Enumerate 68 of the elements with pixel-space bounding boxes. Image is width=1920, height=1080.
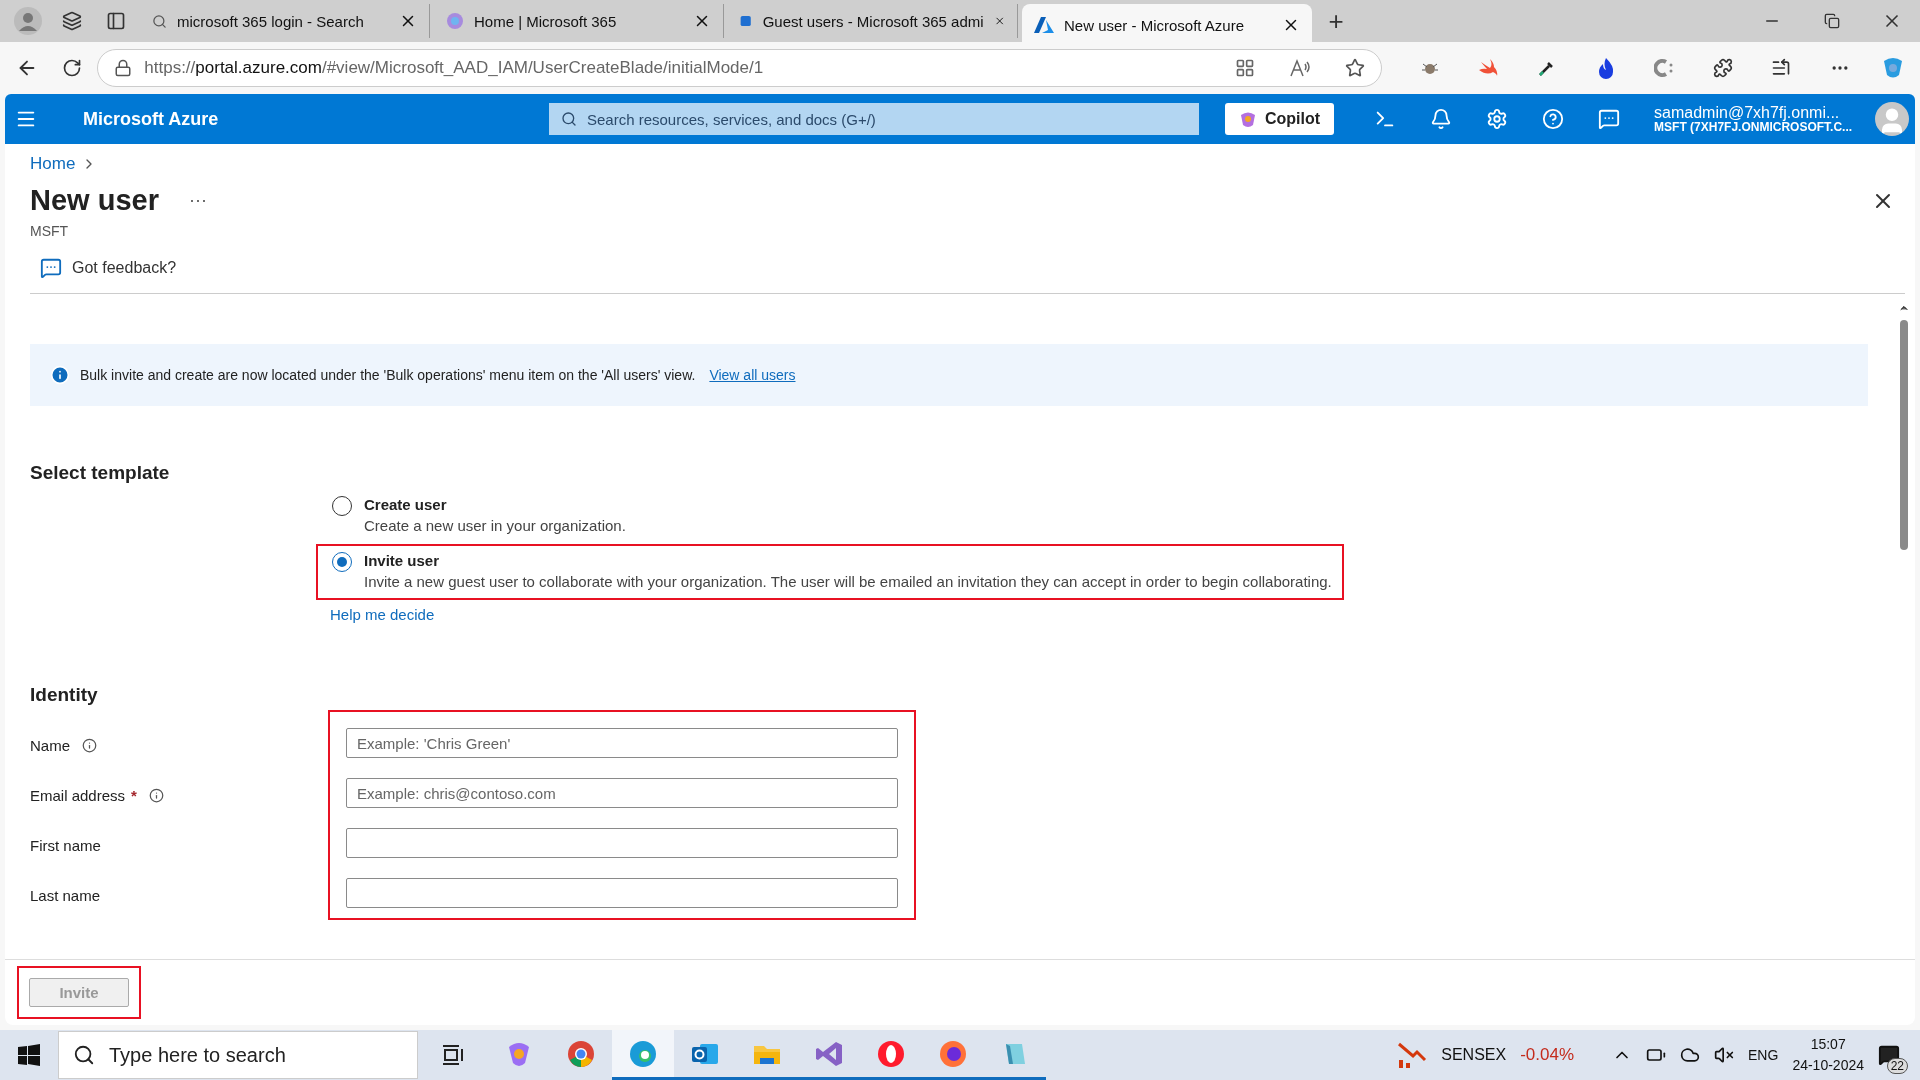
avatar[interactable] [1875, 102, 1909, 136]
input-field[interactable] [346, 828, 898, 858]
search-icon [73, 1044, 95, 1066]
help-link[interactable]: Help me decide [330, 606, 435, 623]
address-bar[interactable]: https://portal.azure.com/#view/Microsoft_AAD_IAM/UserCreateBlade/initialMode/1 [97, 49, 1383, 87]
swirl-logo-icon [446, 12, 464, 30]
input-field[interactable]: Example: 'Chris Green' [346, 728, 898, 758]
field-label: Email address [30, 786, 126, 804]
muted-speaker-icon[interactable] [1714, 1045, 1735, 1065]
page-title: New user [30, 184, 159, 217]
browser-tab[interactable]: microsoft 365 login - Search [140, 4, 430, 38]
section-heading: Select template [30, 462, 171, 484]
breadcrumb-link[interactable]: Home [30, 154, 76, 174]
settings-icon[interactable] [1486, 108, 1509, 130]
ticker-name: SENSEX [1441, 1046, 1507, 1064]
option-description: Create a new user in your organization. [364, 517, 626, 534]
field-label: First name [30, 836, 101, 854]
notifications-icon[interactable] [1430, 108, 1453, 130]
page-subtitle: MSFT [30, 223, 70, 239]
app-grid-icon[interactable] [1235, 58, 1256, 78]
opera-icon [876, 1038, 906, 1069]
search-field[interactable]: Search resources, services, and docs (G+/) [549, 103, 1199, 135]
lock-icon [114, 59, 133, 77]
option-description: Invite a new guest user to collaborate with your organization. The user will be emailed an invitation they can accept in order to begin collaborating. [364, 573, 1332, 590]
read-aloud-icon[interactable] [1289, 58, 1312, 78]
chrome-icon [566, 1038, 596, 1069]
feedback-icon [40, 257, 62, 279]
notification-count: 22 [1886, 1058, 1908, 1074]
feedback-icon[interactable] [1598, 108, 1621, 130]
tenant-name: MSFT (7XH7FJ.ONMICROSOFT.C... [1654, 121, 1853, 135]
new-tab-button[interactable]: + [1316, 4, 1356, 38]
copilot-logo-icon [1239, 110, 1257, 128]
more-button[interactable]: ··· [188, 190, 207, 211]
required-mark: * [131, 786, 137, 804]
feedback-link[interactable]: Got feedback? [72, 259, 177, 277]
browser-tab[interactable]: Home | Microsoft 365 [434, 4, 724, 38]
option-title: Create user [364, 496, 448, 513]
banner-text: Bulk invite and create are now located under the 'Bulk operations' menu item on the 'All users' view. [80, 367, 696, 383]
input-field[interactable] [346, 878, 898, 908]
clock-time[interactable]: 15:07 [1810, 1034, 1846, 1055]
field-label: Last name [30, 886, 101, 904]
scrollbar-thumb[interactable] [1900, 320, 1908, 550]
language-indicator[interactable]: ENG [1748, 1047, 1779, 1063]
brand-title[interactable]: Microsoft Azure [83, 108, 543, 130]
firefox-icon [938, 1038, 968, 1069]
help-icon[interactable] [1542, 108, 1565, 130]
browser-tab[interactable]: Guest users - Microsoft 365 admi [728, 4, 1018, 38]
search-icon [152, 13, 167, 29]
taskbar-search-field[interactable]: Type here to search [58, 1031, 418, 1079]
field-label: Name [30, 736, 70, 754]
info-icon[interactable] [148, 787, 164, 803]
edge-icon [628, 1038, 658, 1069]
view-all-users-link[interactable]: View all users [709, 367, 796, 383]
taskbar-app[interactable] [612, 1030, 674, 1080]
input-field[interactable]: Example: chris@contoso.com [346, 778, 898, 808]
info-icon[interactable] [82, 737, 97, 753]
search-icon [561, 111, 577, 127]
cloud-icon[interactable] [1680, 1045, 1701, 1065]
clock-date[interactable]: 24-10-2024 [1792, 1055, 1864, 1076]
chart-down-icon[interactable] [1397, 1042, 1428, 1068]
info-icon [50, 365, 70, 385]
ticker-change: -0.04% [1520, 1045, 1575, 1065]
favorite-star-icon[interactable] [1345, 58, 1366, 78]
section-heading: Identity [30, 684, 99, 706]
azure-logo-icon [1034, 16, 1054, 34]
account-name[interactable]: samadmin@7xh7fj.onmi... [1654, 103, 1853, 122]
option-title: Invite user [364, 552, 441, 569]
copilot-button[interactable]: Copilot [1225, 103, 1335, 135]
